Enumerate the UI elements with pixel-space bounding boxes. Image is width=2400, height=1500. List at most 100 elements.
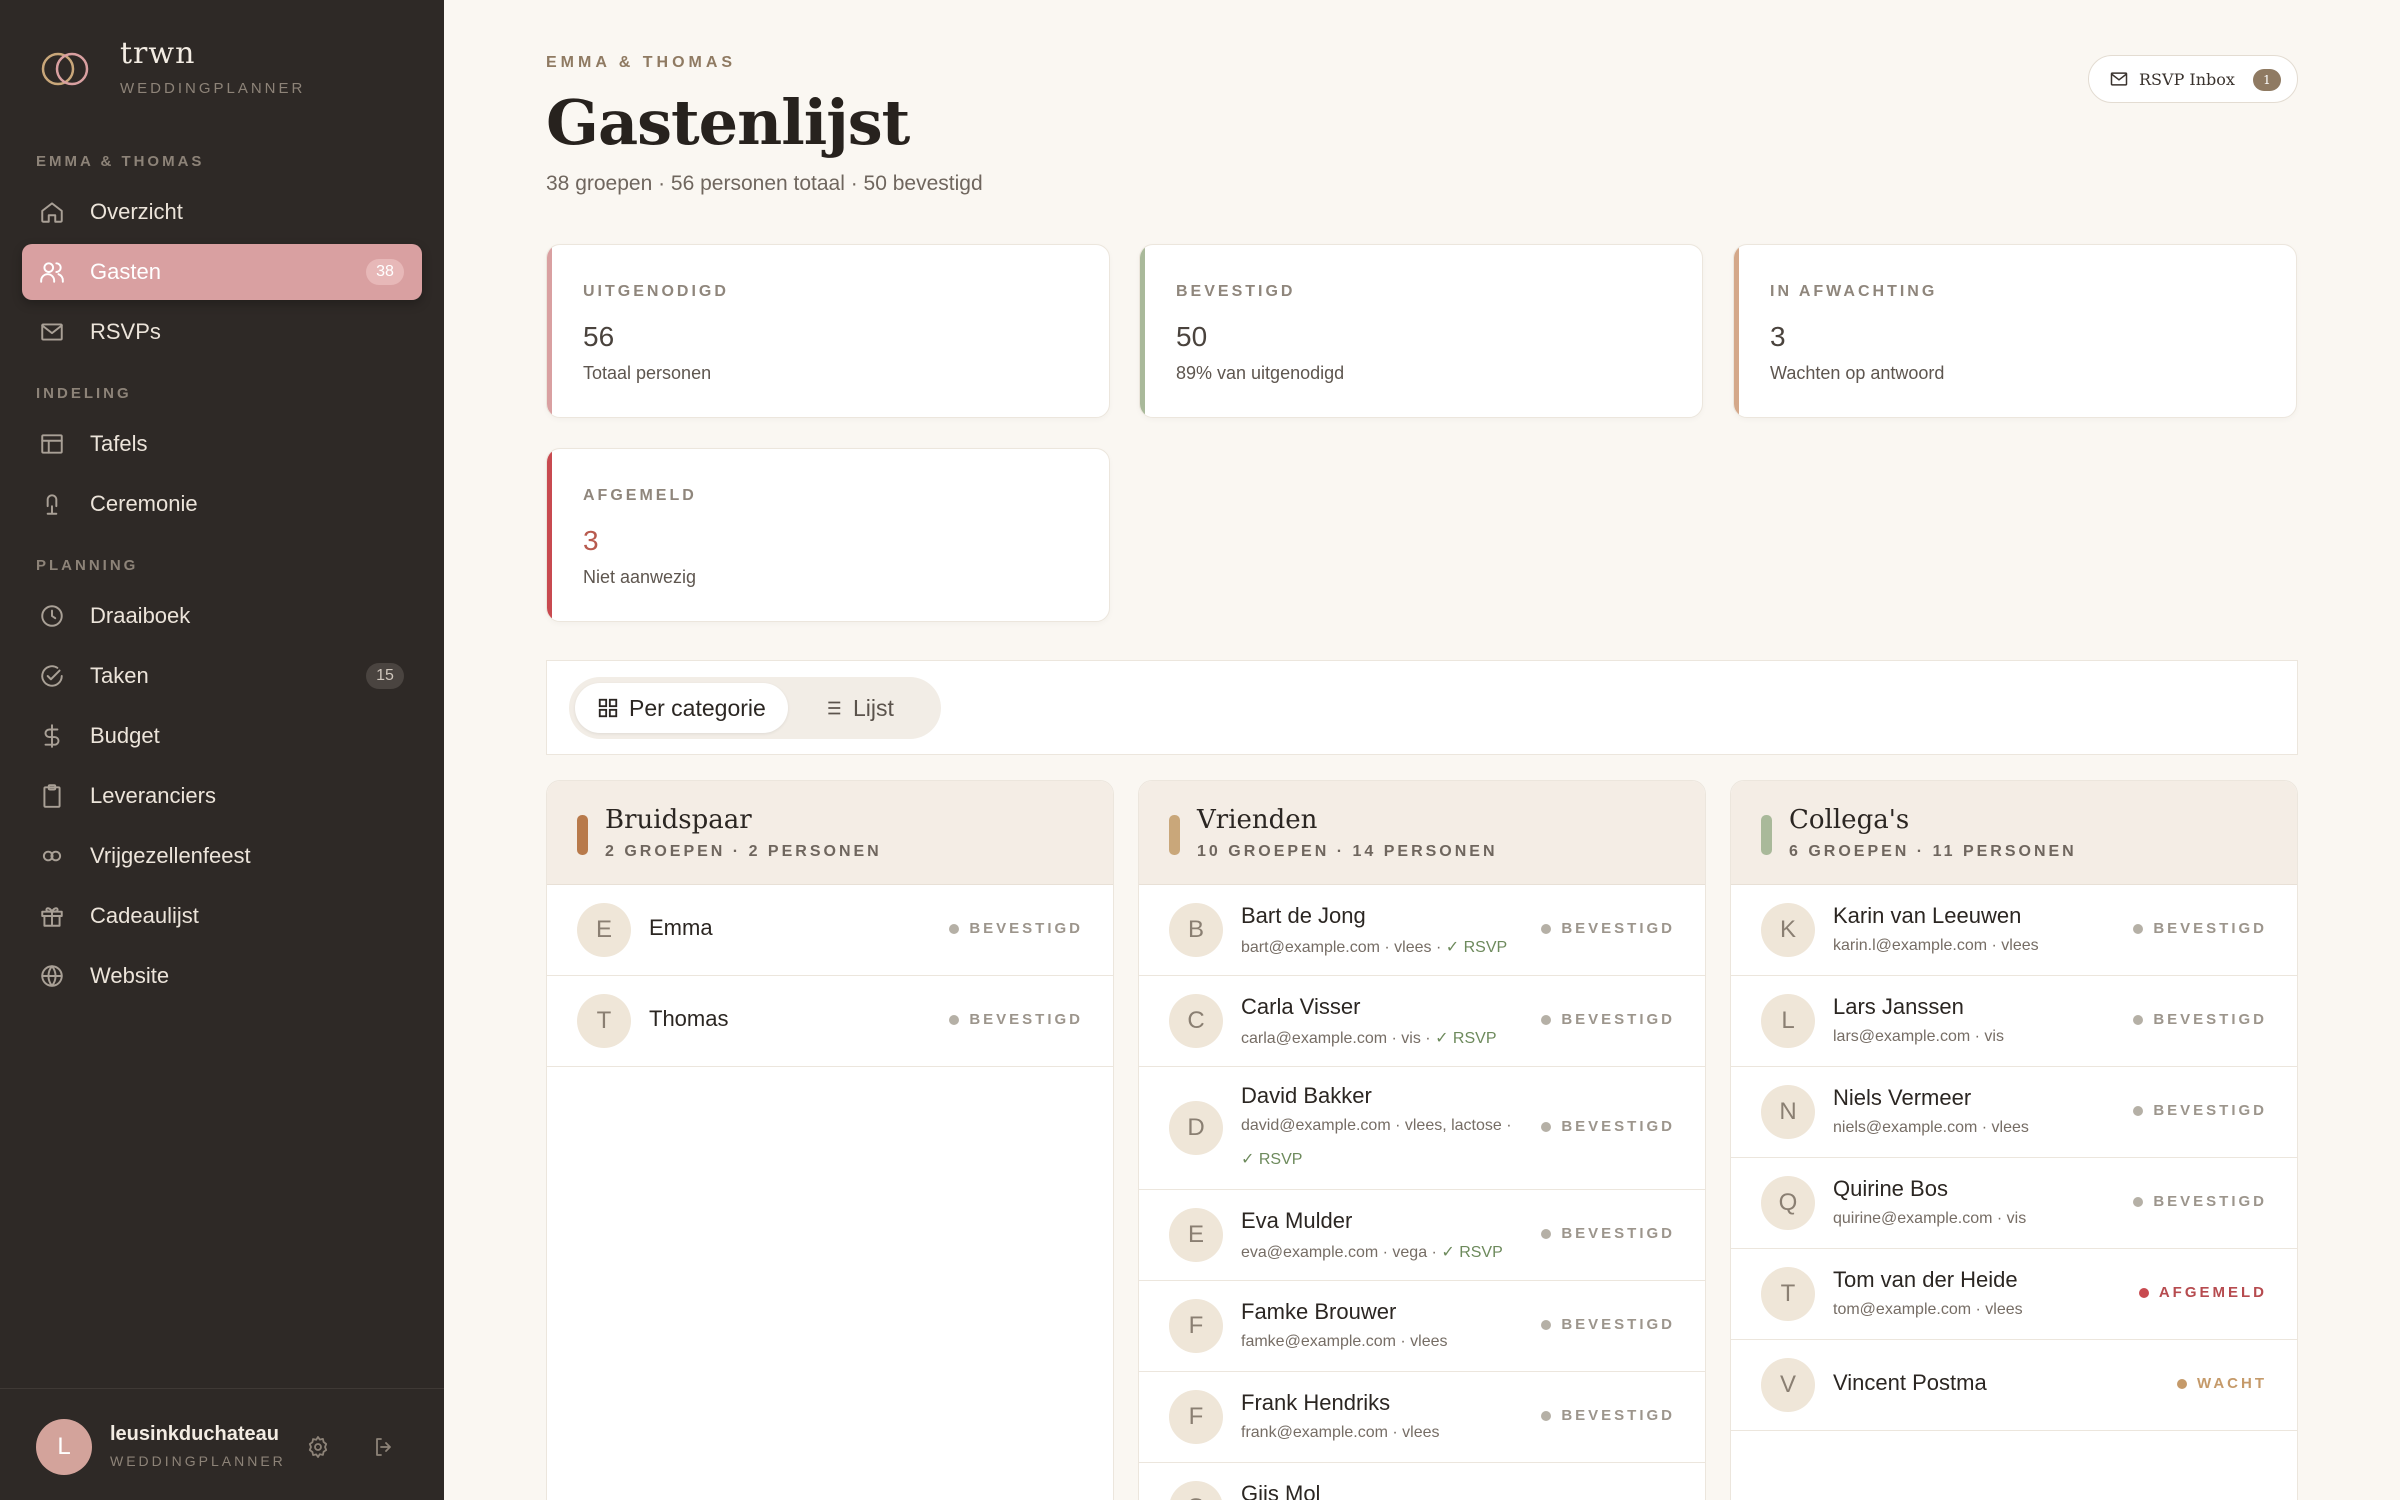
guest-avatar: T bbox=[577, 994, 631, 1048]
guest-avatar: F bbox=[1169, 1390, 1223, 1444]
guest-row[interactable]: E Eva Mulder eva@example.com · vega · ✓ … bbox=[1139, 1190, 1705, 1281]
guest-meta: carla@example.com · vis bbox=[1241, 1030, 1421, 1047]
status-badge: BEVESTIGD bbox=[1541, 1316, 1675, 1333]
clipboard-icon bbox=[38, 782, 66, 810]
sidebar-item-label: Ceremonie bbox=[90, 491, 198, 516]
guest-row[interactable]: E Emma BEVESTIGD bbox=[547, 885, 1113, 976]
guest-name: Vincent Postma bbox=[1833, 1370, 1987, 1395]
guest-row[interactable]: V Vincent Postma WACHT bbox=[1731, 1340, 2297, 1431]
sidebar-item-draaiboek[interactable]: Draaiboek bbox=[22, 588, 422, 644]
guest-row[interactable]: D David Bakker david@example.com · vlees… bbox=[1139, 1067, 1705, 1190]
stat-card-uitgenodigd: UITGENODIGD 56 Totaal personen bbox=[546, 244, 1110, 418]
page-subtitle: 38 groepen · 56 personen totaal · 50 bev… bbox=[546, 172, 983, 195]
category-title: Vrienden bbox=[1197, 805, 1318, 835]
brand[interactable]: trwn WEDDINGPLANNER bbox=[38, 36, 305, 97]
guest-avatar: N bbox=[1761, 1085, 1815, 1139]
view-per-categorie-label: Per categorie bbox=[629, 694, 766, 721]
arch-icon bbox=[38, 490, 66, 518]
avatar[interactable]: L bbox=[36, 1419, 92, 1475]
category-title: Collega's bbox=[1789, 805, 1910, 835]
guest-row[interactable]: T Tom van der Heide tom@example.com · vl… bbox=[1731, 1249, 2297, 1340]
status-label: BEVESTIGD bbox=[2153, 1102, 2267, 1119]
guest-avatar: F bbox=[1169, 1299, 1223, 1353]
sidebar-item-taken[interactable]: Taken 15 bbox=[22, 648, 422, 704]
status-label: BEVESTIGD bbox=[969, 920, 1083, 937]
guest-avatar: K bbox=[1761, 903, 1815, 957]
guest-avatar: C bbox=[1169, 994, 1223, 1048]
sidebar-item-vrijgezellenfeest[interactable]: Vrijgezellenfeest bbox=[22, 828, 422, 884]
status-badge: BEVESTIGD bbox=[2133, 1011, 2267, 1028]
sidebar-item-gasten[interactable]: Gasten 38 bbox=[22, 244, 422, 300]
guest-name: Bart de Jong bbox=[1241, 903, 1366, 928]
guest-row[interactable]: N Niels Vermeer niels@example.com · vlee… bbox=[1731, 1067, 2297, 1158]
sidebar-item-ceremonie[interactable]: Ceremonie bbox=[22, 476, 422, 532]
status-label: BEVESTIGD bbox=[969, 1011, 1083, 1028]
view-lijst-button[interactable]: Lijst bbox=[799, 683, 916, 733]
guest-row[interactable]: F Frank Hendriks frank@example.com · vle… bbox=[1139, 1372, 1705, 1463]
category-meta: 10 GROEPEN · 14 PERSONEN bbox=[1197, 843, 1498, 860]
guest-row[interactable]: F Famke Brouwer famke@example.com · vlee… bbox=[1139, 1281, 1705, 1372]
status-dot bbox=[2138, 1287, 2149, 1298]
guest-row[interactable]: C Carla Visser carla@example.com · vis ·… bbox=[1139, 976, 1705, 1067]
rsvp-check-icon: ✓ bbox=[1445, 939, 1460, 956]
user-bar: L leusinkduchateau WEDDINGPLANNER bbox=[0, 1388, 444, 1500]
guest-row[interactable]: K Karin van Leeuwen karin.l@example.com … bbox=[1731, 885, 2297, 976]
status-badge: BEVESTIGD bbox=[949, 920, 1083, 937]
guest-name: Famke Brouwer bbox=[1241, 1299, 1397, 1324]
view-per-categorie-button[interactable]: Per categorie bbox=[575, 683, 788, 733]
sidebar-item-label: Cadeaulijst bbox=[90, 903, 199, 928]
view-toolbar: Per categorie Lijst bbox=[546, 660, 2298, 755]
rsvp-check-icon: ✓ bbox=[1241, 1151, 1255, 1168]
status-badge: BEVESTIGD bbox=[2133, 920, 2267, 937]
task-count-badge: 15 bbox=[366, 663, 404, 689]
sidebar-item-rsvps[interactable]: RSVPs bbox=[22, 304, 422, 360]
sidebar-item-website[interactable]: Website bbox=[22, 948, 422, 1004]
status-badge: BEVESTIGD bbox=[2133, 1193, 2267, 1210]
settings-button[interactable] bbox=[302, 1431, 334, 1463]
nav-section-planning: PLANNING bbox=[36, 557, 139, 574]
sidebar-item-budget[interactable]: Budget bbox=[22, 708, 422, 764]
stat-description: 89% van uitgenodigd bbox=[1176, 363, 1345, 383]
guest-row[interactable]: T Thomas BEVESTIGD bbox=[547, 976, 1113, 1067]
category-meta: 6 GROEPEN · 11 PERSONEN bbox=[1789, 843, 2077, 860]
status-label: WACHT bbox=[2197, 1375, 2267, 1392]
guest-avatar: E bbox=[1169, 1208, 1223, 1262]
sidebar-item-overzicht[interactable]: Overzicht bbox=[22, 184, 422, 240]
guest-details: bart@example.com · vlees · ✓ RSVP bbox=[1241, 939, 1508, 956]
sidebar-item-label: Taken bbox=[90, 663, 149, 688]
rings-logo-icon bbox=[41, 52, 89, 86]
stat-accent bbox=[1734, 245, 1739, 417]
status-dot bbox=[1541, 1228, 1552, 1239]
stat-card-in-afwachting: IN AFWACHTING 3 Wachten op antwoord bbox=[1733, 244, 2297, 418]
status-badge: BEVESTIGD bbox=[1541, 1011, 1675, 1028]
breadcrumb: EMMA & THOMAS bbox=[546, 54, 737, 71]
guest-avatar: V bbox=[1761, 1358, 1815, 1412]
guest-row[interactable]: L Lars Janssen lars@example.com · vis BE… bbox=[1731, 976, 2297, 1067]
stat-value: 3 bbox=[1770, 321, 1786, 352]
status-badge: WACHT bbox=[2177, 1375, 2267, 1392]
guest-row[interactable]: G Gijs Mol bbox=[1139, 1463, 1705, 1500]
logout-button[interactable] bbox=[368, 1431, 400, 1463]
status-label: BEVESTIGD bbox=[2153, 1193, 2267, 1210]
user-name: leusinkduchateau bbox=[110, 1423, 279, 1445]
stat-label: UITGENODIGD bbox=[583, 283, 729, 300]
infinity-icon bbox=[38, 842, 66, 870]
status-dot bbox=[949, 923, 960, 934]
table-icon bbox=[38, 430, 66, 458]
stat-value: 50 bbox=[1176, 321, 1208, 352]
sidebar-item-cadeaulijst[interactable]: Cadeaulijst bbox=[22, 888, 422, 944]
guest-name: Eva Mulder bbox=[1241, 1208, 1353, 1233]
check-circle-icon bbox=[38, 662, 66, 690]
rsvp-inbox-button[interactable]: RSVP Inbox 1 bbox=[2088, 55, 2298, 103]
rsvp-check-icon: ✓ bbox=[1435, 1030, 1449, 1047]
guest-row[interactable]: B Bart de Jong bart@example.com · vlees … bbox=[1139, 885, 1705, 976]
guest-avatar: D bbox=[1169, 1101, 1223, 1155]
sidebar-item-leveranciers[interactable]: Leveranciers bbox=[22, 768, 422, 824]
rsvp-count-badge: 1 bbox=[2253, 69, 2281, 91]
guest-meta: quirine@example.com · vis bbox=[1833, 1210, 2027, 1227]
globe-icon bbox=[38, 962, 66, 990]
guest-row[interactable]: Q Quirine Bos quirine@example.com · vis … bbox=[1731, 1158, 2297, 1249]
stat-description: Wachten op antwoord bbox=[1770, 363, 1945, 383]
status-label: BEVESTIGD bbox=[1561, 1118, 1675, 1135]
sidebar-item-tafels[interactable]: Tafels bbox=[22, 416, 422, 472]
